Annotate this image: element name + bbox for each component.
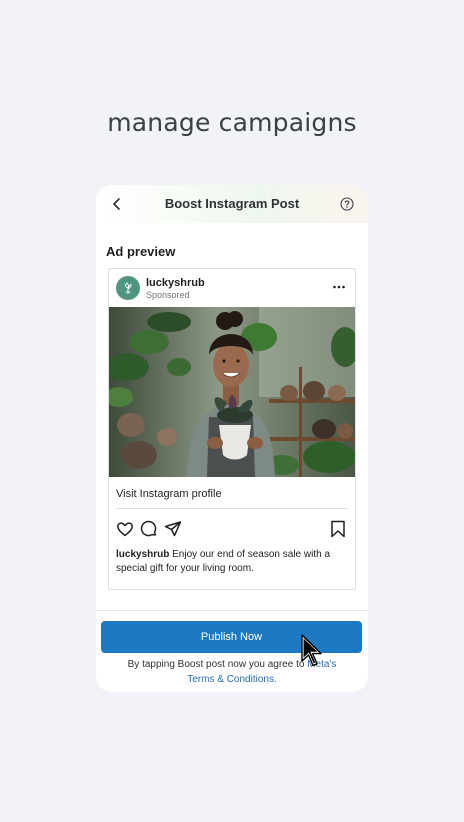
terms-prefix: By tapping Boost post now you agree to	[127, 659, 308, 670]
divider	[116, 508, 348, 509]
comment-icon[interactable]	[140, 520, 158, 538]
bookmark-icon[interactable]	[329, 520, 347, 538]
footer-divider	[96, 610, 368, 611]
heart-icon[interactable]	[116, 520, 134, 538]
post-caption: luckyshrub Enjoy our end of season sale …	[116, 548, 348, 576]
ad-preview-heading: Ad preview	[106, 244, 176, 259]
post-image	[109, 307, 355, 477]
question-circle-icon[interactable]	[339, 196, 355, 212]
post-image-illustration	[109, 307, 355, 477]
phone-screen: Boost Instagram Post Ad preview luckyshr…	[96, 185, 368, 692]
more-horizontal-icon[interactable]	[332, 282, 346, 292]
sponsored-label: Sponsored	[146, 290, 190, 300]
share-icon[interactable]	[164, 520, 182, 538]
terms-conditions-link[interactable]: Terms & Conditions.	[187, 674, 276, 685]
top-bar: Boost Instagram Post	[96, 185, 368, 223]
post-username[interactable]: luckyshrub	[146, 277, 205, 289]
mouse-pointer-icon	[301, 634, 322, 667]
screen-title: Boost Instagram Post	[164, 196, 300, 211]
instagram-post-preview: luckyshrub Sponsored Visit Instagram pro…	[108, 268, 356, 590]
page-headline: manage campaigns	[107, 108, 357, 137]
plant-logo-icon	[125, 282, 132, 294]
avatar[interactable]	[116, 276, 140, 300]
caption-username[interactable]: luckyshrub	[116, 549, 169, 560]
visit-profile-link[interactable]: Visit Instagram profile	[116, 488, 222, 500]
